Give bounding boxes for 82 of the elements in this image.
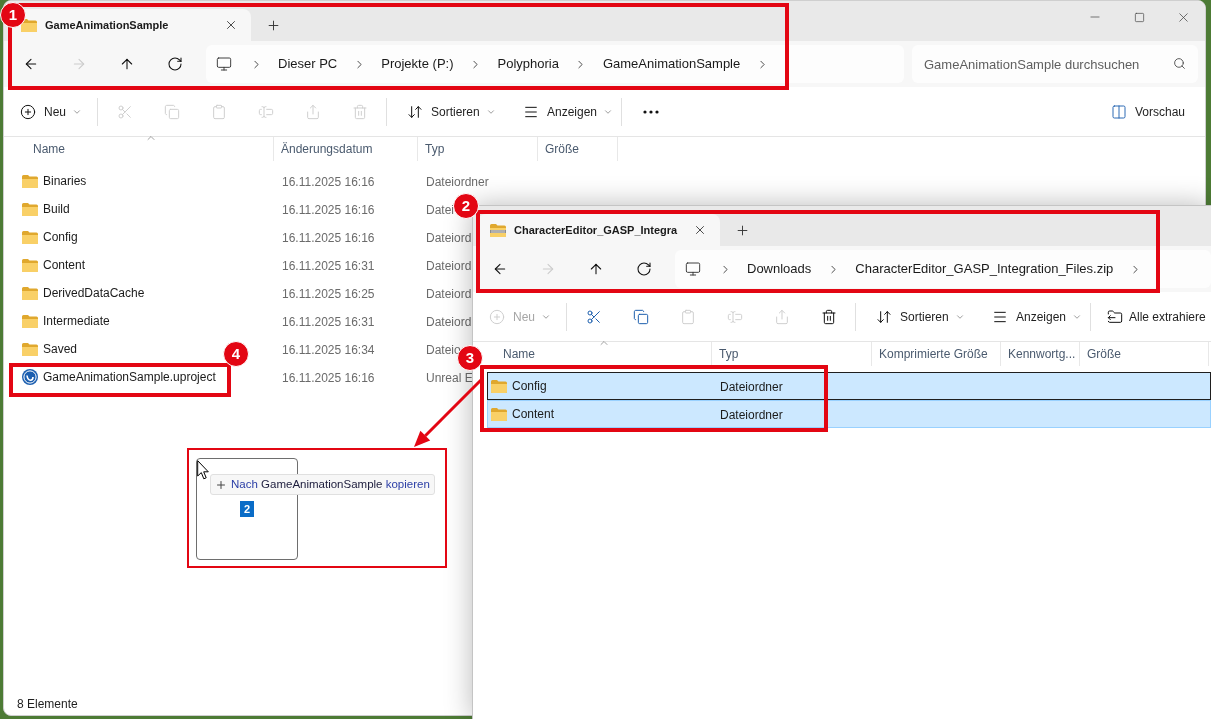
file-type: Dateiordner <box>426 175 489 189</box>
item-count: 2 <box>240 501 254 517</box>
folder-icon <box>22 174 38 188</box>
column-header[interactable]: Typ <box>418 137 538 161</box>
breadcrumb-item[interactable]: Downloads <box>739 254 820 284</box>
sort-button[interactable]: Sortieren <box>390 94 504 129</box>
close-icon <box>224 18 238 32</box>
file-name: Intermediate <box>43 313 110 330</box>
file-name: Build <box>43 201 70 218</box>
breadcrumb-item[interactable]: Dieser PC <box>270 49 346 79</box>
extract-all-button[interactable]: Alle extrahiere <box>1094 299 1206 334</box>
status-text: 8 Elemente <box>17 696 78 713</box>
file-type: Dateiord <box>426 287 472 301</box>
folder-icon <box>22 230 38 244</box>
file-type: Dateiord <box>426 315 472 329</box>
plus-icon <box>265 17 281 33</box>
date-modified: 16.11.2025 16:16 <box>282 231 375 245</box>
file-type: Dateiord <box>426 231 472 245</box>
breadcrumb-item[interactable]: Projekte (P:) <box>373 49 462 79</box>
folder-icon <box>22 286 38 300</box>
date-modified: 16.11.2025 16:16 <box>282 371 375 385</box>
date-modified: 16.11.2025 16:16 <box>282 175 375 189</box>
monitor-icon <box>216 56 232 72</box>
search-field[interactable]: GameAnimationSample durchsuchen <box>912 45 1198 83</box>
folder-icon <box>491 407 507 421</box>
file-row[interactable]: Config Dateiordner <box>487 372 1211 400</box>
date-modified: 16.11.2025 16:34 <box>282 343 375 357</box>
file-type: Dateio <box>426 343 461 357</box>
column-header[interactable]: Typ <box>712 342 872 366</box>
step-number-marker: 1 <box>0 2 26 28</box>
file-type: Dateiordner <box>720 408 783 422</box>
file-name: Config <box>43 229 78 246</box>
file-row[interactable]: Content Dateiordner <box>487 400 1211 428</box>
folder-icon <box>491 379 507 393</box>
breadcrumb-item[interactable]: Polyphoria <box>489 49 567 79</box>
file-name: DerivedDataCache <box>43 285 145 302</box>
file-name: Config <box>512 378 547 395</box>
zipped-folder-icon <box>490 223 506 237</box>
column-header[interactable]: Größe <box>1080 342 1209 366</box>
file-name: GameAnimationSample.uproject <box>43 369 216 386</box>
column-header[interactable]: Komprimierte Größe <box>872 342 1001 366</box>
tab[interactable]: CharacterEditor_GASP_Integra <box>478 214 720 246</box>
column-header[interactable]: Name <box>487 342 712 366</box>
new-button[interactable]: Neu <box>12 94 94 129</box>
breadcrumb-item[interactable]: CharacterEditor_GASP_Integration_Files.zip <box>847 254 1122 284</box>
date-modified: 16.11.2025 16:16 <box>282 203 375 217</box>
folder-icon <box>22 258 38 272</box>
search-icon <box>1173 57 1186 70</box>
file-name: Content <box>512 406 555 423</box>
monitor-icon <box>685 261 701 277</box>
date-modified: 16.11.2025 16:31 <box>282 315 375 329</box>
sort-button[interactable]: Sortieren <box>859 299 973 334</box>
file-name: Binaries <box>43 173 87 190</box>
folder-icon <box>22 202 38 216</box>
date-modified: 16.11.2025 16:25 <box>282 287 375 301</box>
view-button[interactable]: Anzeigen <box>504 94 618 129</box>
column-header[interactable]: Änderungsdatum <box>274 137 418 161</box>
date-modified: 16.11.2025 16:31 <box>282 259 375 273</box>
split-panel-icon <box>1110 103 1127 120</box>
copy-hint: Nach GameAnimationSample kopieren <box>231 476 430 492</box>
column-header[interactable]: Name <box>18 137 274 161</box>
preview-button[interactable]: Vorschau <box>1098 94 1197 129</box>
view-button[interactable]: Anzeigen <box>973 299 1087 334</box>
close-icon <box>693 223 707 237</box>
maximize-icon <box>1133 11 1145 23</box>
column-header[interactable]: Größe <box>538 137 618 161</box>
folder-icon <box>22 342 38 356</box>
address-bar[interactable]: Dieser PC Projekte (P:) Polyphoria GameAnimationSample <box>206 45 904 83</box>
file-type: Unreal E <box>426 371 473 385</box>
folder-icon <box>22 314 38 328</box>
plus-icon <box>215 478 227 491</box>
address-bar[interactable]: Downloads CharacterEditor_GASP_Integration_Files.zip <box>675 250 1211 288</box>
file-type: Dateiord <box>426 259 472 273</box>
file-name: Content <box>43 257 86 274</box>
breadcrumb-item[interactable]: GameAnimationSample <box>594 49 749 79</box>
file-type: Datei <box>426 203 454 217</box>
folder-icon <box>21 18 37 32</box>
column-header[interactable]: Kennwortg... <box>1001 342 1080 366</box>
file-type: Dateiordner <box>720 380 783 394</box>
plus-icon <box>734 222 750 238</box>
project-file-icon <box>22 369 38 385</box>
file-name: Saved <box>43 341 78 358</box>
